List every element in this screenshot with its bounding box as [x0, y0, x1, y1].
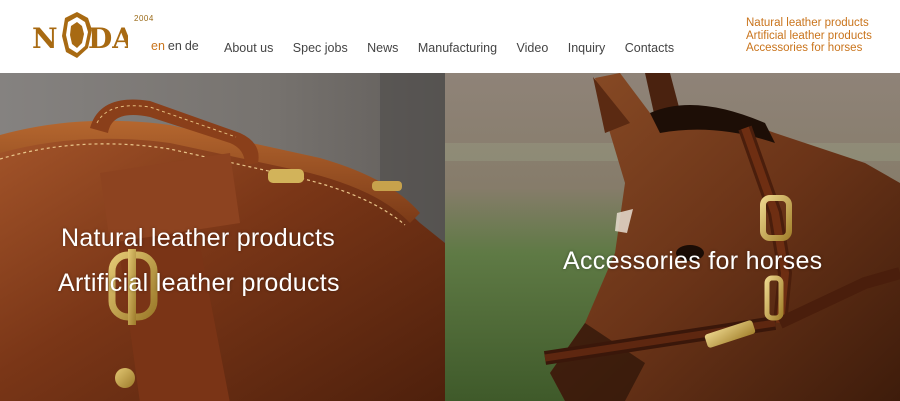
nav-news[interactable]: News — [367, 41, 398, 55]
nav-video[interactable]: Video — [517, 41, 549, 55]
hero-natural-leather-label[interactable]: Natural leather products — [61, 224, 335, 253]
main-navigation: About us Spec jobs News Manufacturing Vi… — [224, 39, 689, 57]
logo-emblem-icon: N DA — [32, 12, 128, 58]
horse-image — [445, 73, 900, 401]
language-switcher: en en de — [151, 39, 202, 53]
svg-text:DA: DA — [88, 22, 128, 55]
category-links: Natural leather products Artificial leat… — [746, 17, 872, 55]
language-option-de[interactable]: de — [185, 39, 199, 53]
hero-horse-panel[interactable]: Accessories for horses — [445, 73, 900, 401]
hero-artificial-leather-label[interactable]: Artificial leather products — [58, 269, 340, 298]
hero-horse-accessories-label[interactable]: Accessories for horses — [563, 247, 822, 276]
noda-logo[interactable]: N DA 2004 — [30, 8, 153, 62]
link-artificial-leather[interactable]: Artificial leather products — [746, 30, 872, 43]
nav-about-us[interactable]: About us — [224, 41, 273, 55]
link-natural-leather[interactable]: Natural leather products — [746, 17, 872, 30]
logo-year: 2004 — [134, 14, 154, 23]
nav-spec-jobs[interactable]: Spec jobs — [293, 41, 348, 55]
nav-manufacturing[interactable]: Manufacturing — [418, 41, 497, 55]
language-option-en-active[interactable]: en — [151, 39, 165, 53]
link-horse-accessories[interactable]: Accessories for horses — [746, 42, 872, 55]
nav-inquiry[interactable]: Inquiry — [568, 41, 606, 55]
site-header: N DA 2004 en en de About us Spec jobs News… — [0, 0, 900, 73]
nav-contacts[interactable]: Contacts — [625, 41, 674, 55]
svg-text:N: N — [32, 22, 58, 55]
hero-leather-bag-panel[interactable]: Natural leather products Artificial leat… — [0, 73, 445, 401]
language-option-en[interactable]: en — [168, 39, 182, 53]
